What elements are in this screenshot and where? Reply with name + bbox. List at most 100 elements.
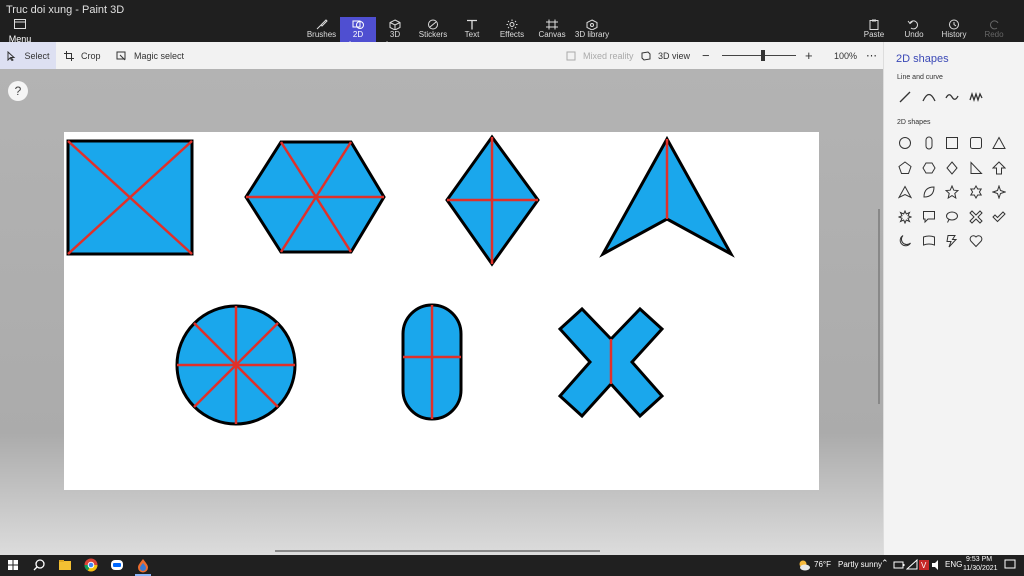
language-indicator[interactable]: ENG bbox=[945, 560, 962, 569]
horizontal-scrollbar[interactable] bbox=[275, 550, 600, 552]
square-shape[interactable] bbox=[66, 139, 194, 256]
arrowhead-shape[interactable] bbox=[599, 135, 735, 258]
weather-temp[interactable]: 76°F bbox=[814, 560, 831, 569]
check-icon[interactable] bbox=[992, 210, 1006, 224]
star6-icon[interactable] bbox=[969, 184, 983, 200]
zoom-out-button[interactable]: − bbox=[702, 42, 710, 69]
cross-shape[interactable] bbox=[557, 306, 665, 419]
zoom-value[interactable]: 100% bbox=[834, 42, 857, 69]
main-toolbar: Brushes 2D shapes 3D shapes Stickers Tex… bbox=[303, 17, 612, 49]
shapes-2d-icon bbox=[352, 20, 364, 29]
tool-stickers[interactable]: Stickers bbox=[414, 17, 452, 42]
capsule-icon[interactable] bbox=[922, 136, 936, 150]
speech-bubble-icon[interactable] bbox=[922, 210, 936, 224]
zoom-in-button[interactable]: + bbox=[805, 42, 813, 69]
file-explorer-icon[interactable] bbox=[57, 557, 73, 573]
thought-bubble-icon[interactable] bbox=[945, 210, 959, 224]
window-controls[interactable] bbox=[934, 0, 1024, 16]
view-3d-button[interactable]: 3D view bbox=[641, 42, 690, 69]
line-section-label: Line and curve bbox=[897, 74, 943, 81]
workspace: ? bbox=[0, 69, 883, 555]
mixed-reality-button[interactable]: Mixed reality bbox=[566, 42, 634, 69]
paint-3d-icon[interactable] bbox=[135, 557, 151, 573]
search-icon[interactable] bbox=[31, 557, 47, 573]
crop-button[interactable]: Crop bbox=[64, 42, 101, 69]
arrowhead-icon[interactable] bbox=[897, 185, 913, 199]
history-button[interactable]: History bbox=[934, 17, 974, 42]
mixed-reality-icon bbox=[566, 51, 576, 60]
hexagon-icon[interactable] bbox=[921, 161, 936, 175]
network-icon[interactable] bbox=[906, 557, 918, 573]
notification-icon[interactable] bbox=[1003, 557, 1017, 573]
windows-start-icon[interactable] bbox=[5, 557, 21, 573]
zoom-track bbox=[722, 50, 796, 61]
menu-button[interactable]: Menu bbox=[6, 19, 34, 44]
undo-icon bbox=[907, 20, 918, 30]
shapes-panel: 2D shapes Line and curve 2D shapes bbox=[883, 42, 1024, 555]
banner-icon[interactable] bbox=[922, 234, 936, 248]
select-button[interactable]: Select bbox=[0, 42, 56, 69]
curve-icon[interactable] bbox=[921, 90, 936, 104]
rounded-square-icon[interactable] bbox=[969, 136, 983, 150]
undo-button[interactable]: Undo bbox=[894, 17, 934, 42]
volume-icon[interactable] bbox=[931, 557, 943, 573]
magic-select-button[interactable]: Magic select bbox=[116, 42, 184, 69]
zalo-icon[interactable] bbox=[109, 557, 125, 573]
library-icon bbox=[586, 19, 598, 30]
diamond-icon[interactable] bbox=[945, 160, 959, 175]
cross-icon[interactable] bbox=[968, 209, 983, 224]
lightning-icon[interactable] bbox=[945, 234, 959, 248]
cursor-icon bbox=[7, 50, 16, 61]
pentagon-icon[interactable] bbox=[898, 160, 912, 175]
cube-icon bbox=[389, 19, 401, 30]
zoom-thumb[interactable] bbox=[760, 50, 765, 61]
chevron-up-icon[interactable]: ⌃ bbox=[881, 558, 889, 569]
clock-date[interactable]: 11/30/2021 bbox=[963, 565, 998, 572]
circle-shape[interactable] bbox=[175, 304, 297, 426]
tool-2d-shapes[interactable]: 2D shapes bbox=[340, 17, 376, 49]
weather-text[interactable]: Partly sunny bbox=[838, 560, 882, 569]
paste-button[interactable]: Paste bbox=[854, 17, 894, 42]
moon-icon[interactable] bbox=[898, 234, 912, 248]
tool-brushes-label: Brushes bbox=[306, 30, 337, 39]
mixed-reality-label: Mixed reality bbox=[583, 50, 634, 61]
tool-text[interactable]: Text bbox=[452, 17, 492, 42]
drawing-canvas[interactable] bbox=[64, 132, 819, 490]
tool-3d-shapes[interactable]: 3D shapes bbox=[376, 17, 414, 49]
tool-canvas[interactable]: Canvas bbox=[532, 17, 572, 42]
burst-icon[interactable] bbox=[897, 209, 913, 224]
tool-3d-library[interactable]: 3D library bbox=[572, 17, 612, 42]
right-triangle-icon[interactable] bbox=[969, 160, 983, 175]
circle-icon[interactable] bbox=[898, 136, 912, 150]
triangle-icon[interactable] bbox=[992, 136, 1006, 150]
paste-label: Paste bbox=[863, 30, 885, 39]
battery-icon[interactable] bbox=[893, 557, 905, 573]
hexagon-shape[interactable] bbox=[244, 140, 386, 254]
diamond-shape[interactable] bbox=[445, 134, 540, 267]
arrow-up-icon[interactable] bbox=[991, 160, 1007, 175]
wave-icon[interactable] bbox=[945, 90, 959, 104]
brush-icon bbox=[316, 19, 328, 30]
capsule-shape[interactable] bbox=[401, 303, 463, 421]
tool-brushes[interactable]: Brushes bbox=[303, 17, 340, 42]
weather-icon[interactable] bbox=[796, 557, 812, 573]
heart-icon[interactable] bbox=[969, 234, 983, 248]
clock-time[interactable]: 9:53 PM bbox=[966, 556, 992, 563]
panel-title: 2D shapes bbox=[896, 53, 949, 65]
star5-icon[interactable] bbox=[944, 184, 960, 200]
leaf-icon[interactable] bbox=[922, 185, 936, 199]
star4-icon[interactable] bbox=[991, 184, 1007, 200]
zoom-slider[interactable] bbox=[722, 42, 796, 69]
squiggle-icon[interactable] bbox=[968, 90, 983, 104]
chrome-icon[interactable] bbox=[83, 557, 99, 573]
line-icon[interactable] bbox=[898, 90, 912, 104]
select-label: Select bbox=[24, 50, 50, 61]
square-icon[interactable] bbox=[945, 136, 959, 150]
antivirus-icon[interactable]: V bbox=[918, 557, 930, 573]
vertical-scrollbar[interactable] bbox=[878, 209, 880, 404]
redo-button[interactable]: Redo bbox=[974, 17, 1014, 42]
more-button[interactable]: ⋯ bbox=[866, 42, 877, 69]
help-button[interactable]: ? bbox=[8, 81, 28, 101]
tool-effects[interactable]: Effects bbox=[492, 17, 532, 42]
tool-text-label: Text bbox=[464, 30, 480, 39]
